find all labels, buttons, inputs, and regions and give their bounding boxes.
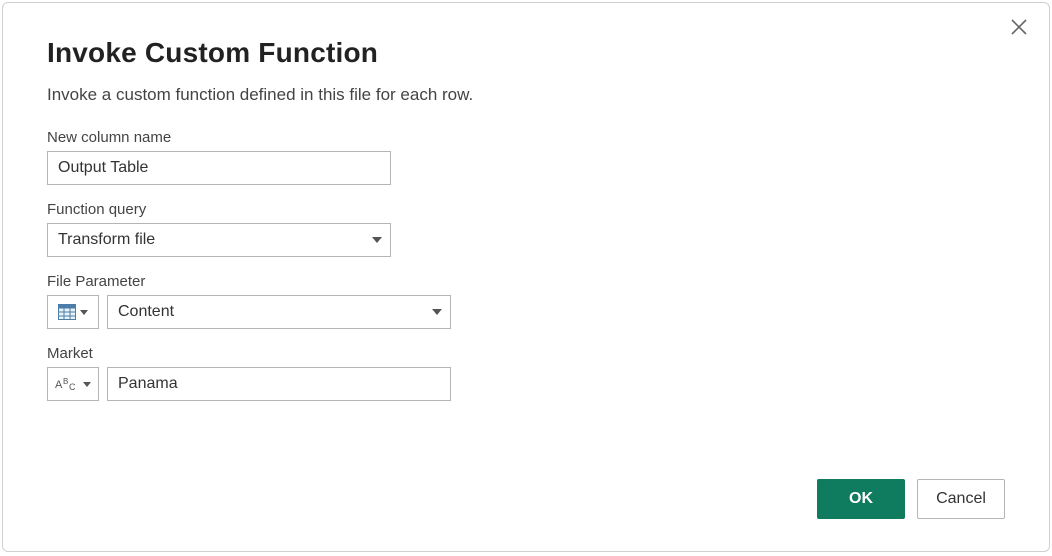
- function-query-select[interactable]: Transform file: [47, 223, 391, 257]
- function-query-value: Transform file: [58, 231, 155, 249]
- market-type-picker[interactable]: A B C: [47, 367, 99, 401]
- chevron-down-icon: [80, 310, 88, 315]
- table-icon: [58, 304, 76, 320]
- market-input[interactable]: [107, 367, 451, 401]
- chevron-down-icon: [372, 237, 382, 243]
- file-parameter-value: Content: [118, 303, 174, 321]
- invoke-custom-function-dialog: Invoke Custom Function Invoke a custom f…: [2, 2, 1050, 552]
- market-label: Market: [47, 345, 1005, 362]
- file-parameter-type-picker[interactable]: [47, 295, 99, 329]
- chevron-down-icon: [83, 382, 91, 387]
- chevron-down-icon: [432, 309, 442, 315]
- field-market: Market A B C: [47, 345, 1005, 401]
- field-new-column-name: New column name: [47, 129, 1005, 185]
- field-file-parameter: File Parameter Content: [47, 273, 1005, 329]
- dialog-subtitle: Invoke a custom function defined in this…: [47, 85, 1005, 105]
- new-column-name-label: New column name: [47, 129, 1005, 146]
- text-type-icon: A B C: [55, 376, 79, 392]
- function-query-label: Function query: [47, 201, 1005, 218]
- new-column-name-input[interactable]: [47, 151, 391, 185]
- dialog-title: Invoke Custom Function: [47, 37, 1005, 69]
- field-function-query: Function query Transform file: [47, 201, 1005, 257]
- svg-text:A: A: [55, 379, 63, 391]
- cancel-button[interactable]: Cancel: [917, 479, 1005, 519]
- dialog-footer: OK Cancel: [817, 479, 1005, 519]
- ok-button[interactable]: OK: [817, 479, 905, 519]
- close-icon: [1009, 17, 1029, 37]
- svg-text:B: B: [63, 377, 68, 386]
- svg-text:C: C: [69, 382, 76, 392]
- file-parameter-select[interactable]: Content: [107, 295, 451, 329]
- close-button[interactable]: [1009, 17, 1033, 41]
- file-parameter-label: File Parameter: [47, 273, 1005, 290]
